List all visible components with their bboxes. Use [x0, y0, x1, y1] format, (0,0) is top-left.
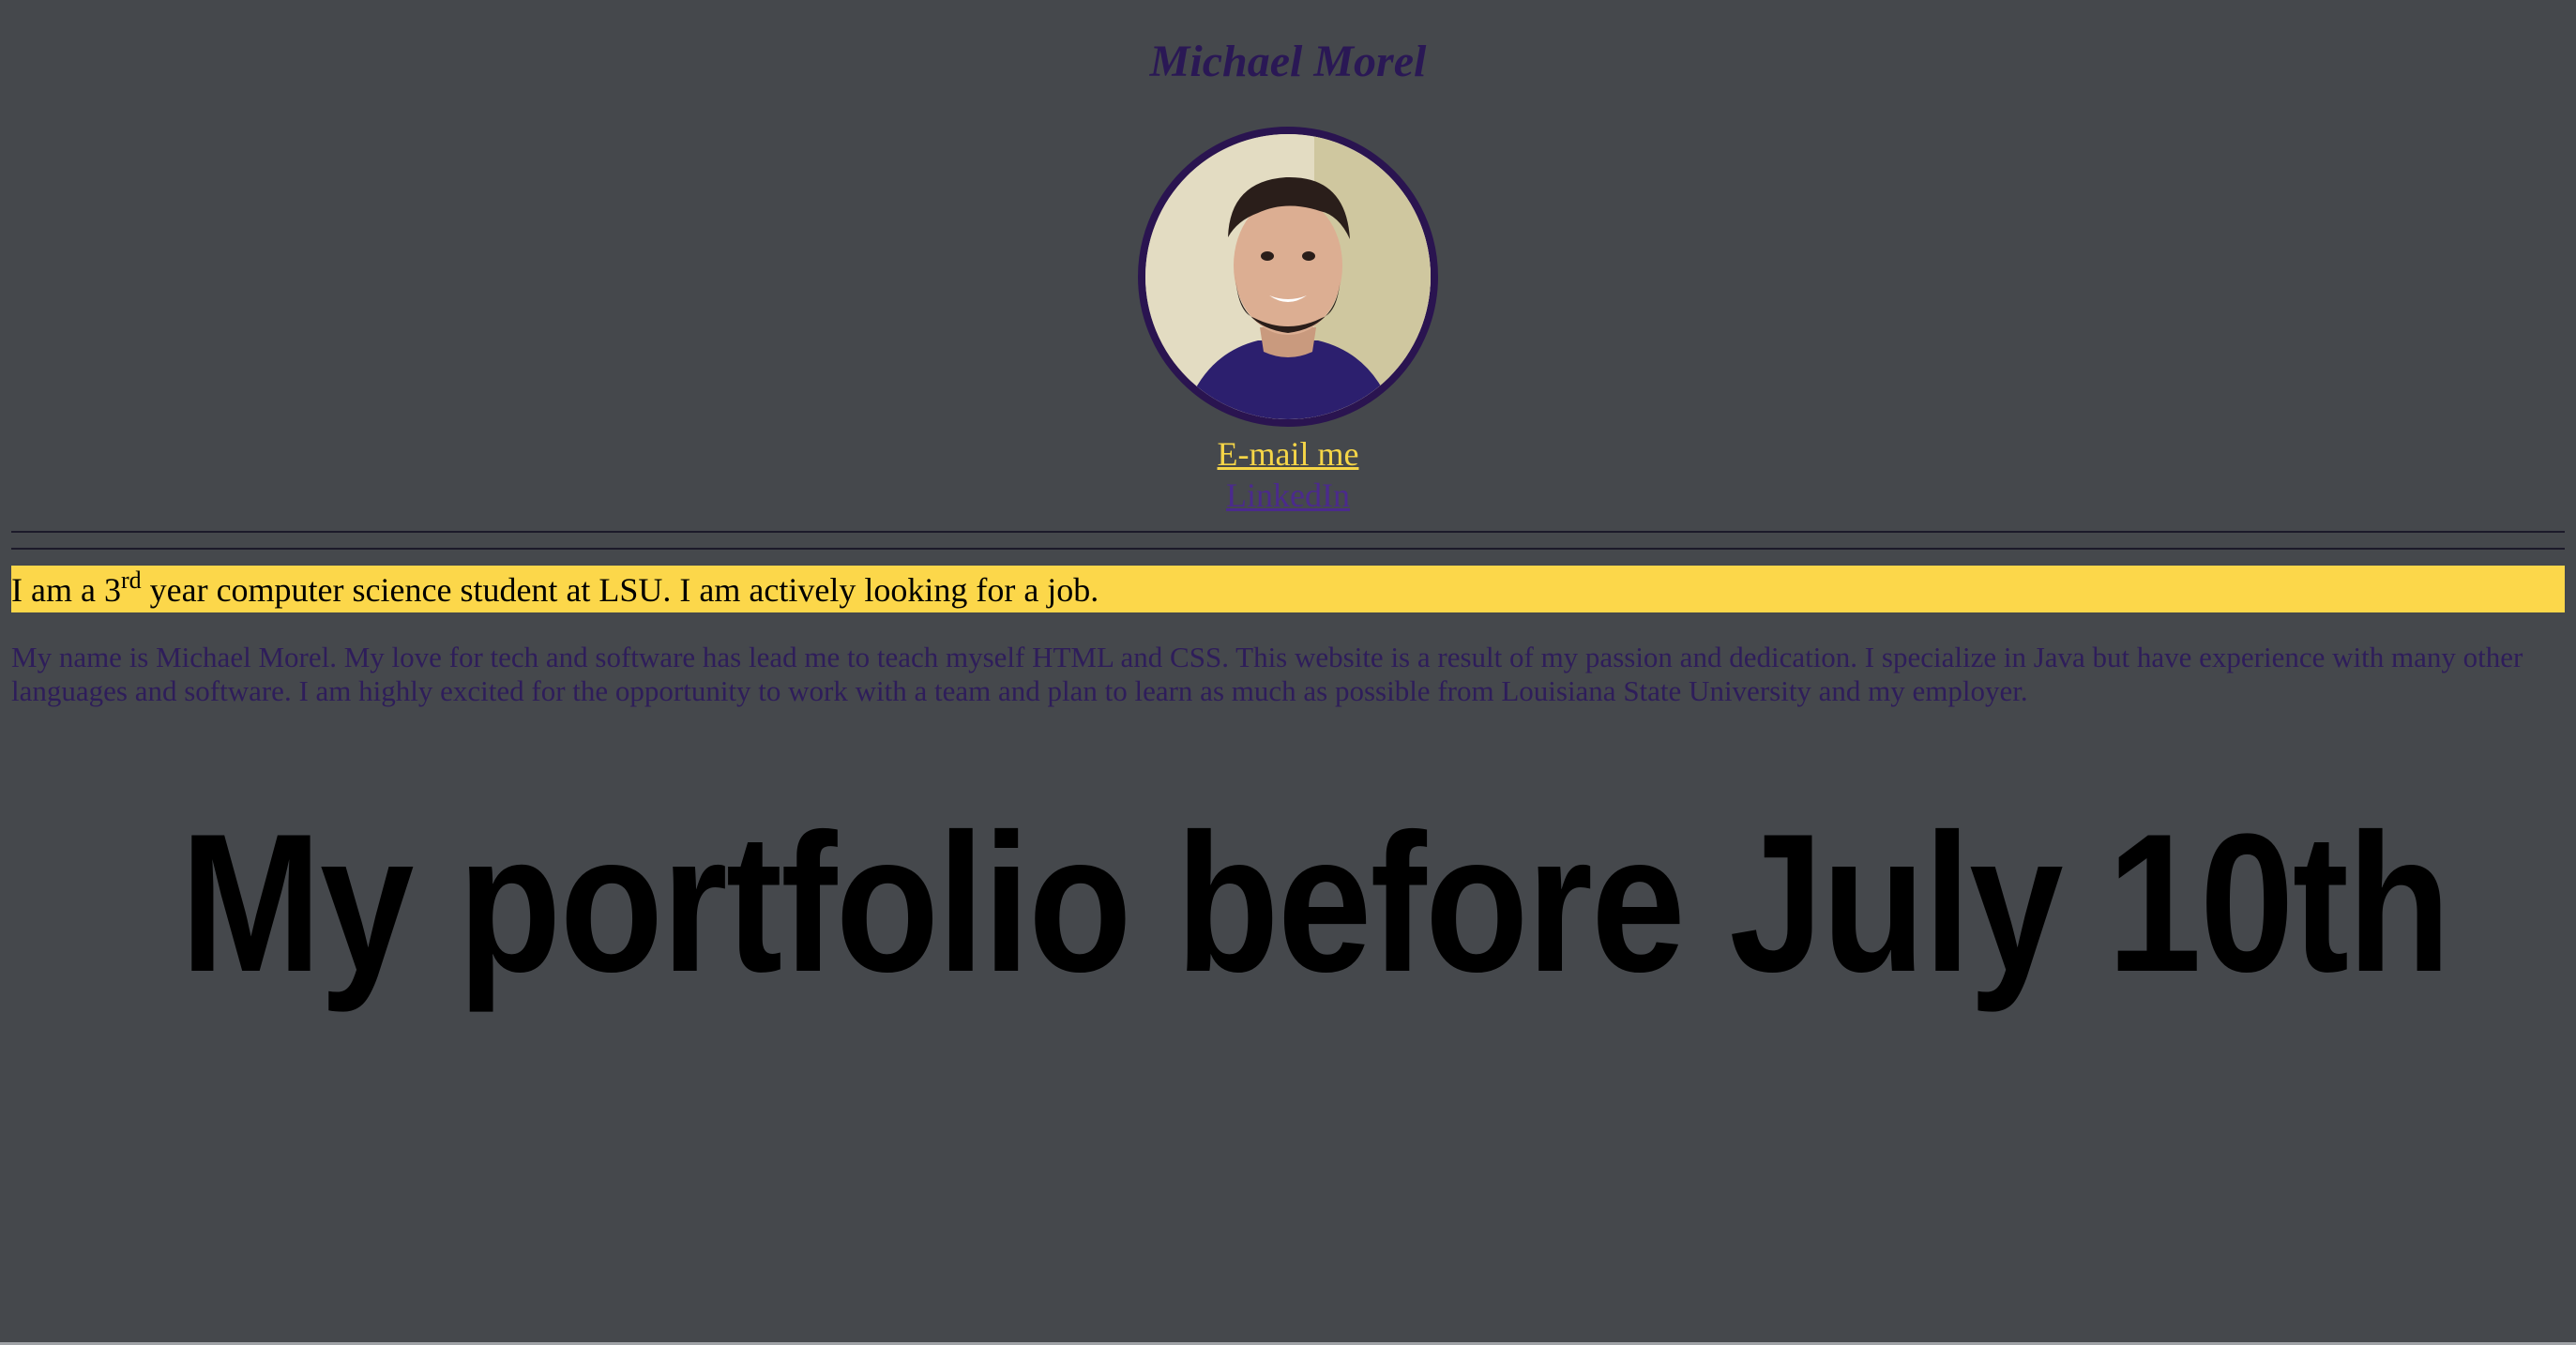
page: Michael Morel E-mail me LinkedIn I am a … — [0, 0, 2576, 1345]
banner-superscript: rd — [120, 567, 142, 594]
status-banner: I am a 3rd year computer science student… — [11, 566, 2565, 612]
bio-paragraph: My name is Michael Morel. My love for te… — [11, 641, 2523, 707]
page-title: Michael Morel — [1149, 37, 1427, 86]
divider — [11, 548, 2565, 550]
contact-links: E-mail me LinkedIn — [0, 433, 2576, 516]
linkedin-link[interactable]: LinkedIn — [1226, 475, 1350, 516]
divider — [11, 531, 2565, 533]
portfolio-heading: My portfolio before July 10th — [180, 793, 2450, 1013]
profile-photo — [1138, 127, 1438, 427]
email-link[interactable]: E-mail me — [1218, 433, 1359, 475]
banner-text-end: year computer science student at LSU. I … — [141, 571, 1099, 609]
profile-photo-image — [1145, 134, 1431, 419]
banner-text-start: I am a 3 — [11, 571, 121, 609]
